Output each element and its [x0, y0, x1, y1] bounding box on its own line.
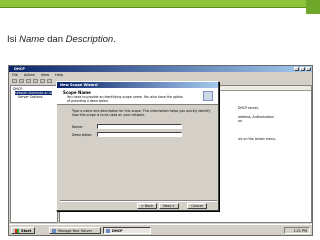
close-button[interactable] — [306, 67, 311, 71]
wizard-icon — [203, 91, 213, 101]
details-line: on. — [238, 119, 243, 123]
name-label: Name: — [72, 125, 84, 129]
details-line: ick on the Action menu, — [238, 137, 276, 141]
properties-icon[interactable] — [33, 79, 38, 83]
maximize-button[interactable] — [300, 67, 305, 71]
task-label: Manage Your Server — [58, 228, 92, 233]
back-arrow-icon[interactable] — [12, 79, 17, 83]
minimize-button[interactable] — [294, 67, 299, 71]
windows-logo-icon — [15, 228, 19, 233]
help-icon[interactable] — [47, 79, 52, 83]
caption-prefix: Isi — [7, 34, 20, 45]
forward-arrow-icon[interactable] — [19, 79, 24, 83]
start-button[interactable]: Start — [11, 227, 36, 234]
wizard-body-text: Type a name and description for this sco… — [72, 109, 211, 117]
wizard-header-description: You have to provide an identifying scope… — [67, 95, 183, 103]
caption-mid: dan — [44, 34, 66, 45]
window-controls — [294, 67, 311, 71]
name-input[interactable] — [97, 124, 182, 129]
up-folder-icon[interactable] — [26, 79, 31, 83]
system-tray-clock: 1:21 PM — [284, 227, 310, 234]
next-button[interactable]: Next > — [159, 203, 179, 209]
server-icon — [52, 228, 56, 233]
taskbar: Start Manage Your Server DHCP 1:21 PM — [9, 224, 312, 235]
start-label: Start — [21, 228, 32, 233]
caption-name: Name — [19, 34, 45, 45]
task-dhcp[interactable]: DHCP — [103, 227, 151, 234]
description-input[interactable] — [97, 132, 182, 137]
back-button[interactable]: < Back — [137, 203, 157, 209]
slide-top-line — [0, 7, 320, 8]
caption-suffix: . — [113, 34, 116, 45]
task-manage-your-server[interactable]: Manage Your Server — [49, 227, 101, 234]
cancel-button[interactable]: Cancel — [187, 203, 207, 209]
details-line: DHCP server, — [238, 106, 260, 110]
slide-corner — [306, 0, 320, 14]
slide-top-bar — [0, 0, 320, 7]
new-scope-wizard: New Scope Wizard Scope Name You have to … — [56, 81, 219, 211]
task-label: DHCP — [112, 228, 123, 233]
desktop-screenshot: DHCP File Action View Help DHCP sekolah.… — [8, 65, 313, 236]
refresh-icon[interactable] — [40, 79, 45, 83]
slide-caption: Isi Name dan Description. — [7, 34, 116, 45]
tree-item-server-options[interactable]: Server Options — [18, 95, 43, 99]
caption-description: Description — [65, 34, 114, 45]
wizard-divider — [60, 200, 217, 202]
details-line: address, Authorization — [238, 115, 274, 119]
wizard-header: Scope Name You have to provide an identi… — [57, 88, 218, 105]
description-label: Description: — [72, 133, 93, 137]
dhcp-icon — [106, 228, 110, 233]
console-tree: DHCP sekolah.fajarindo.ac.id Server Opti… — [10, 85, 58, 223]
